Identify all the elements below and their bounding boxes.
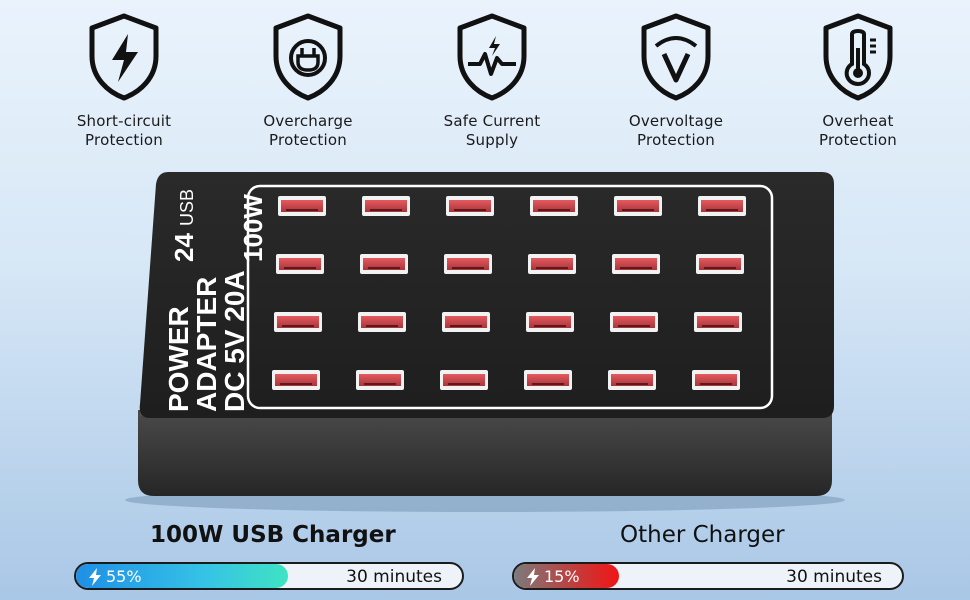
usb-port (696, 254, 744, 274)
usb-port (694, 312, 742, 332)
usb-port (446, 196, 494, 216)
usb-port (356, 370, 404, 390)
usb-port (608, 370, 656, 390)
usb-port (524, 370, 572, 390)
usb-port (274, 312, 322, 332)
left-charge-percent: 55% (106, 567, 142, 586)
power-label: POWER (163, 306, 194, 412)
usb-port (692, 370, 740, 390)
usb-port (362, 196, 410, 216)
adapter-label: ADAPTER (191, 277, 222, 412)
right-charger-title: Other Charger (620, 522, 785, 548)
usb-port (272, 370, 320, 390)
usb-port (610, 312, 658, 332)
usb-port (360, 254, 408, 274)
right-charge-time: 30 minutes (786, 567, 882, 587)
svg-text:USB: USB (177, 189, 197, 226)
spec-label: DC 5V 20A (219, 270, 250, 412)
usb-port (528, 254, 576, 274)
usb-port (444, 254, 492, 274)
svg-text:ADAPTER: ADAPTER (191, 277, 222, 412)
svg-text:DC 5V 20A: DC 5V 20A (219, 270, 250, 412)
right-charge-progress-bar: 15% 30 minutes (512, 562, 904, 590)
lightning-icon (527, 567, 539, 586)
usb-port (612, 254, 660, 274)
device-front-face (138, 410, 832, 496)
usb-port (278, 196, 326, 216)
usb-port (698, 196, 746, 216)
usb-port (530, 196, 578, 216)
usb-charger-device: 24 USB 100W POWER ADAPTER DC 5V 20A (125, 172, 845, 512)
usb-port (442, 312, 490, 332)
usb-port (276, 254, 324, 274)
usb-port (526, 312, 574, 332)
usb-port (614, 196, 662, 216)
wattage-label: 100W (238, 194, 268, 262)
svg-text:24: 24 (169, 233, 199, 262)
left-charge-progress-bar: 55% 30 minutes (74, 562, 464, 590)
svg-text:POWER: POWER (163, 306, 194, 412)
left-charge-time: 30 minutes (346, 567, 442, 587)
left-charger-title: 100W USB Charger (150, 522, 396, 548)
usb-port (440, 370, 488, 390)
svg-text:100W: 100W (238, 194, 268, 262)
right-charge-percent: 15% (544, 567, 580, 586)
lightning-icon (89, 567, 101, 586)
usb-port (358, 312, 406, 332)
